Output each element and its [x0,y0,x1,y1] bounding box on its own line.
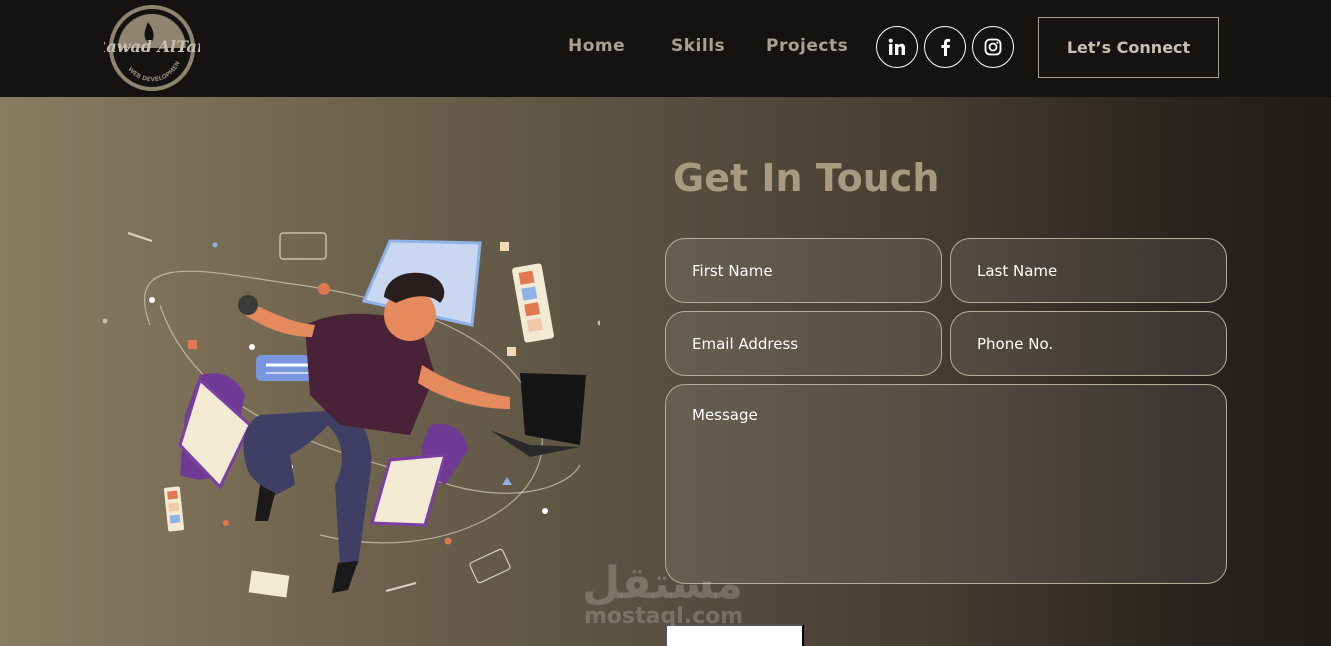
instagram-icon[interactable] [972,26,1014,68]
logo-text: Rawad AlTari [104,37,200,56]
navbar: Rawad AlTari WEB DEVELOPMENT Home Skills… [0,0,1331,97]
first-name-field[interactable]: First Name [665,238,942,303]
lets-connect-button[interactable]: Let’s Connect [1038,17,1219,78]
last-name-field[interactable]: Last Name [950,238,1227,303]
message-field[interactable]: Message [665,384,1227,584]
phone-field[interactable]: Phone No. [950,311,1227,376]
nav-link-skills[interactable]: Skills [671,36,725,56]
facebook-icon[interactable] [924,26,966,68]
watermark-arabic: مستقل [582,558,743,609]
linkedin-icon[interactable] [876,26,918,68]
developer-illustration [100,125,603,605]
brand-logo[interactable]: Rawad AlTari WEB DEVELOPMENT [92,0,211,92]
watermark: مستقل mostaql.com [582,558,752,632]
watermark-latin: mostaql.com [584,604,744,629]
page-title: Get In Touch [673,156,940,200]
nav-link-projects[interactable]: Projects [766,36,848,56]
nav-link-home[interactable]: Home [568,36,625,56]
email-field[interactable]: Email Address [665,311,942,376]
